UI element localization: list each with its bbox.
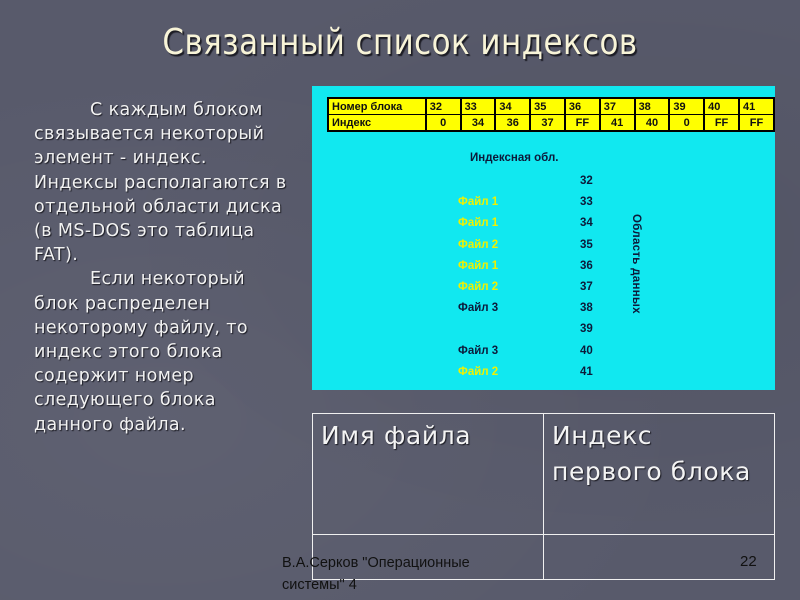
block-number-cell: 37 [598, 97, 636, 115]
index-cell: 0 [424, 114, 462, 132]
block-number: 35 [580, 238, 593, 251]
paragraph-allocation-description: Если некоторый блок распределен некоторо… [34, 269, 248, 435]
block-number: 32 [580, 175, 593, 187]
block-number-cell: 41 [738, 97, 775, 115]
block-number-cell: 34 [494, 97, 531, 115]
slide-title: Связанный список индексов [162, 22, 638, 63]
data-block-row: Файл 2 37 [312, 281, 775, 301]
index-cell: 41 [598, 114, 636, 132]
data-block-row: Файл 1 36 [312, 260, 775, 280]
index-area-title: Индексная обл. [470, 152, 559, 164]
column-header-first-block-index: Индекс первого блока [543, 413, 775, 535]
body-text: С каждым блоком связывается некоторый эл… [34, 98, 294, 437]
block-number: 39 [580, 323, 593, 336]
index-cell: 34 [459, 114, 496, 132]
block-number: 34 [580, 217, 593, 230]
file-label: Файл 3 [458, 302, 499, 315]
block-number-cell: 39 [668, 97, 705, 115]
data-block-row: Файл 1 34 [312, 217, 775, 237]
file-label: Файл 1 [458, 217, 499, 230]
fat-diagram: Номер блока 32 33 34 35 36 37 38 39 40 4… [312, 86, 775, 390]
data-block-row: 39 [312, 323, 775, 343]
file-label: Файл 1 [458, 196, 499, 209]
block-number-cell: 36 [563, 97, 601, 115]
data-block-row: 32 [312, 175, 775, 195]
block-number: 38 [580, 302, 593, 315]
data-block-row: Файл 3 38 [312, 302, 775, 322]
table-header-row: Имя файла Индекс первого блока [312, 413, 775, 535]
block-index-table: Номер блока 32 33 34 35 36 37 38 39 40 4… [327, 97, 775, 132]
block-number-cell: 35 [529, 97, 566, 115]
block-number-row: Номер блока 32 33 34 35 36 37 38 39 40 4… [327, 97, 775, 115]
column-header-file-name: Имя файла [312, 413, 544, 535]
block-number-cell: 40 [703, 97, 740, 115]
file-label: Файл 2 [458, 281, 499, 293]
index-cell: FF [563, 114, 601, 132]
data-block-row: Файл 2 41 [312, 366, 775, 386]
index-cell: 37 [529, 114, 566, 132]
data-block-row: Файл 2 35 [312, 239, 775, 259]
file-label: Файл 1 [458, 259, 499, 272]
block-number: 33 [580, 196, 593, 209]
block-number-cell: 33 [459, 97, 496, 115]
data-block-row: Файл 1 33 [312, 196, 775, 216]
block-number: 36 [580, 259, 593, 272]
data-block-row: Файл 3 40 [312, 345, 775, 365]
block-number-cell: 38 [633, 97, 670, 115]
block-number: 37 [580, 281, 593, 293]
block-number: 41 [580, 365, 593, 378]
page-number: 22 [740, 553, 757, 570]
index-row: Индекс 0 34 36 37 FF 41 40 0 FF FF [327, 114, 775, 132]
data-area-label: Область данных [630, 214, 642, 314]
paragraph-index-description: С каждым блоком связывается некоторый эл… [34, 100, 287, 266]
row-label: Номер блока [327, 97, 427, 115]
footer-author: В.А.Серков "Операционные системы" 4 [282, 555, 470, 593]
index-cell: 36 [494, 114, 531, 132]
row-label: Индекс [327, 114, 427, 132]
index-cell: 0 [668, 114, 705, 132]
block-number-cell: 32 [424, 97, 462, 115]
file-label: Файл 2 [458, 238, 499, 251]
file-label: Файл 3 [458, 344, 499, 357]
index-cell: FF [703, 114, 740, 132]
index-cell: FF [738, 114, 775, 132]
file-label: Файл 2 [458, 365, 499, 378]
index-cell: 40 [633, 114, 670, 132]
block-number: 40 [580, 344, 593, 357]
